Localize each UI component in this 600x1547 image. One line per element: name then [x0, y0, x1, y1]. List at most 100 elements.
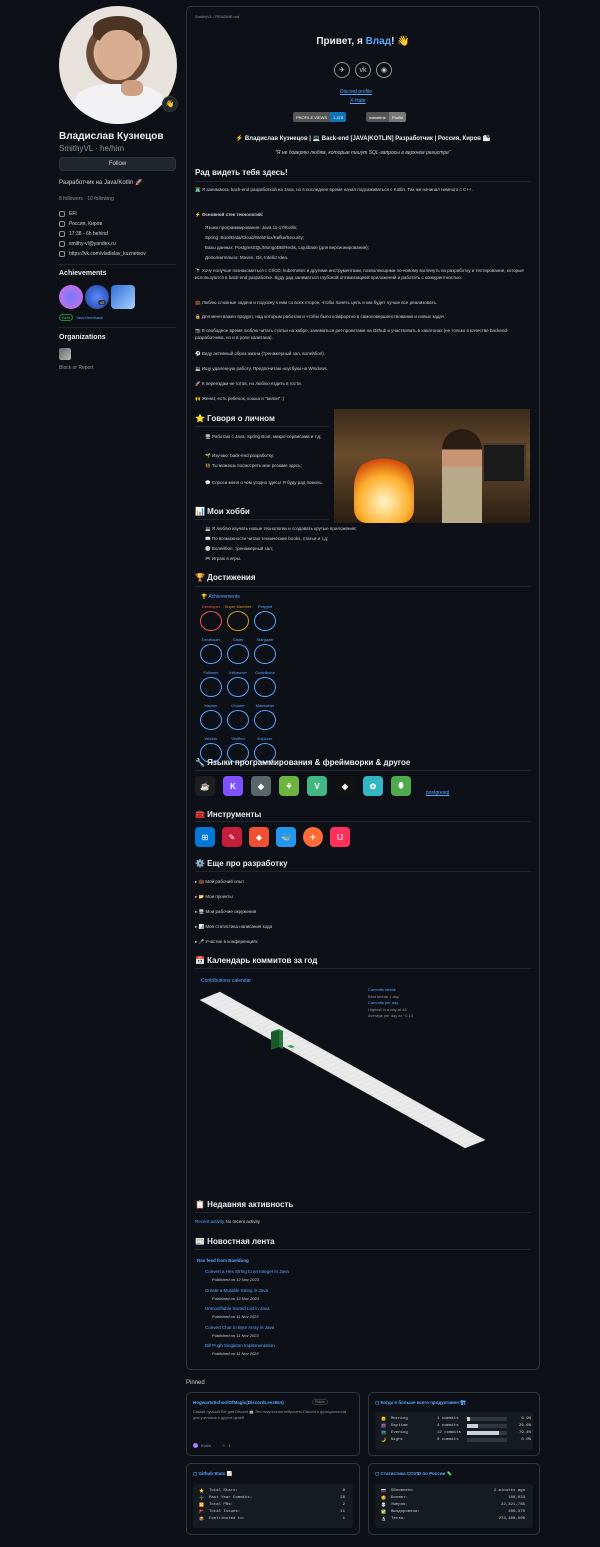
row-name: Daytime — [391, 1423, 408, 1428]
follow-button[interactable]: Follow — [59, 157, 176, 171]
trophy-icon — [227, 644, 249, 664]
details-environment[interactable]: ▸ 🖥 Мои рабочие окружения — [195, 909, 256, 915]
meta-link[interactable]: https://vk.com/vladislav_kuznetsov — [59, 251, 146, 257]
row-emoji: 🤒 — [381, 1496, 386, 1501]
mail-icon — [59, 241, 65, 247]
hobby-item: 💻 Я люблю изучать новые технологии и соз… — [205, 526, 357, 531]
table-row: 🌃 Evening 12 commits 79.4% — [375, 1429, 533, 1436]
hibernate-icon: ◆ — [251, 776, 271, 796]
profile-name: Владислав Кузнецов — [59, 131, 164, 142]
row-name: Болеют: — [391, 1495, 408, 1500]
badge-label: wakatime — [366, 112, 389, 122]
meta-email[interactable]: smithy-vl@yandex.ru — [59, 241, 116, 247]
badge-label: PROFILE VIEWS — [293, 112, 331, 122]
vk-icon[interactable]: vk — [355, 62, 371, 78]
beta-row: Beta Send feedback — [59, 314, 103, 321]
news-item-link[interactable]: Convert Char to Byte Array in Java — [205, 1325, 274, 1330]
news-item-link[interactable]: Bill Pugh Singleton Implementation — [205, 1343, 275, 1348]
languages-heading: 🔧 Языки программирования & фреймворки & … — [195, 758, 411, 767]
news-item-link[interactable]: Convert a Hex String to an Integer in Ja… — [205, 1269, 289, 1274]
trophy-label: Explorer — [257, 736, 273, 741]
followers-link[interactable]: 8 followers · 10 following — [59, 196, 114, 202]
postgresql-image[interactable]: postgresql — [426, 790, 449, 796]
status-emoji[interactable]: 👋 — [162, 96, 178, 112]
trophy-label: Verified — [231, 736, 245, 741]
productive-times-title-text[interactable]: Когда я больше всего продуктивен 🏗 — [381, 1400, 466, 1405]
java-icon: ☕ — [195, 776, 215, 796]
details-projects[interactable]: ▸ 📂 Мои проекты — [195, 894, 233, 900]
meta-text: 17:38 - 6h behind — [69, 231, 108, 237]
table-row: 💀 Умерло: 22,321,785 — [375, 1501, 533, 1508]
details-coding-stats[interactable]: ▸ 📊 Моя статистика написания кода — [195, 924, 272, 930]
trophy-label: Follower — [203, 670, 219, 675]
trophy-icon — [200, 677, 222, 697]
row-value: 2 — [342, 1502, 345, 1507]
trophy-icon — [254, 644, 276, 664]
meta-text[interactable]: https://vk.com/vladislav_kuznetsov — [69, 251, 146, 257]
divider — [59, 327, 176, 328]
organization-avatar[interactable] — [59, 348, 71, 360]
repo-name-link[interactable]: HogwartsSchoolOfMagic(DiscordLessBot) — [193, 1400, 284, 1405]
habr-image[interactable]: X-Habr — [350, 98, 366, 104]
achievement-pull-shark[interactable] — [85, 285, 109, 309]
news-item-link[interactable]: Unmodifiable Sorted List in Java — [205, 1306, 270, 1311]
more-dev-heading: ⚙️ Еще про разработку — [195, 859, 288, 868]
row-name: Total PRs: — [209, 1502, 234, 1507]
headline: ⚡ Владислав Кузнецов | 💻 Back-end [JAVA|… — [235, 136, 491, 142]
news-item-date: Published on 12 Nov 2023 — [212, 1277, 259, 1282]
covid-stats-table: 🇷🇺 Обновлено 2 minutes ago 🤒 Болеют: 108,033 💀… — [375, 1484, 533, 1528]
discord-profile-image[interactable]: Discord profile — [340, 89, 372, 95]
achievement-arctic[interactable] — [111, 285, 135, 309]
covid-stats-title-text[interactable]: Статистика COVID по России 🦠 — [381, 1471, 453, 1476]
news-item-date: Published on 11 Nov 2023 — [212, 1351, 259, 1356]
row-value: 273,400,000 — [498, 1516, 525, 1521]
block-report-link[interactable]: Block or Report — [59, 365, 93, 371]
row-emoji: 🇷🇺 — [381, 1489, 386, 1494]
trophy-item: Maintainer — [250, 703, 280, 730]
covid-stats-title[interactable]: ▢ Статистика COVID по России 🦠 — [375, 1471, 452, 1477]
trophy-label: Developer — [201, 637, 221, 642]
news-feed-link[interactable]: Rss feed from Baeldung — [197, 1258, 249, 1263]
bootstrap-icon: ✿ — [363, 776, 383, 796]
calendar-grid — [199, 991, 486, 1149]
details-experience[interactable]: ▸ 💼 Мой рабочий опыт — [195, 879, 244, 885]
telegram-icon[interactable]: ✈ — [334, 62, 350, 78]
paragraph: 🚀 К переездам не готов, но люблю ездить … — [195, 381, 302, 386]
organizations-heading: Organizations — [59, 334, 106, 341]
news-item-date: Published on 11 Nov 2023 — [212, 1332, 259, 1338]
row-commits: 4 commits — [437, 1423, 459, 1428]
trophy-icon — [200, 611, 222, 631]
trophy-item: Gister — [223, 637, 253, 664]
news-item-link[interactable]: Create a Mutable String in Java — [205, 1288, 268, 1293]
stack-item: Базы данных: PostgresSQL/MongoDB/Redis, … — [205, 245, 369, 250]
star-icon: ☆ — [222, 1443, 226, 1448]
wakatime-badge[interactable]: wakatime Profile — [366, 112, 407, 122]
achievement-quickdraw[interactable] — [59, 285, 83, 309]
github-stats-title[interactable]: ▢ Github Stats 📈 — [193, 1471, 232, 1477]
readme-path[interactable]: SmithyVL / README.md — [195, 14, 239, 19]
activity-heading: 📋 Недавняя активность — [195, 1200, 294, 1209]
news-item-date: Published on 12 Nov 2023 — [212, 1295, 259, 1301]
github-icon[interactable]: ◉ — [376, 62, 392, 78]
meta-text[interactable]: smithy-vl@yandex.ru — [69, 241, 116, 247]
table-row: 🌆 Daytime 4 commits 26.6% — [375, 1422, 533, 1429]
greeting-name: Влад — [365, 36, 392, 47]
repo-stars[interactable]: 1 — [229, 1443, 231, 1448]
send-feedback-link[interactable]: Send feedback — [76, 315, 103, 320]
calendar-link[interactable]: Contributions calendar — [201, 978, 251, 984]
paragraph: ⚽ Веду активный образ жизни (тренажерный… — [195, 351, 326, 356]
repo-meta: Kotlin ☆ 1 — [193, 1443, 231, 1448]
profile-views-badge: PROFILE VIEWS 1,478 — [293, 112, 347, 122]
achievements-section-heading: 🏆 Достижения — [195, 573, 256, 582]
stack-item: Spring: Boot/Data/Cloud/WebFlux/Kafka/Se… — [205, 235, 304, 240]
details-conferences[interactable]: ▸ 🎤 Участие в конференциях — [195, 939, 258, 945]
activity-link[interactable]: Recent activity — [195, 1219, 224, 1224]
productive-times-title[interactable]: ▢ Когда я больше всего продуктивен 🏗 — [375, 1400, 466, 1406]
row-emoji: ➕ — [199, 1496, 204, 1501]
trophy-label: Influencer — [229, 670, 247, 675]
github-stats-title-text[interactable]: Github Stats 📈 — [199, 1471, 233, 1476]
progress-fill — [467, 1423, 478, 1428]
row-emoji: ✅ — [381, 1510, 386, 1515]
row-name: Night — [391, 1437, 404, 1442]
row-name: Выздоровели: — [391, 1509, 420, 1514]
